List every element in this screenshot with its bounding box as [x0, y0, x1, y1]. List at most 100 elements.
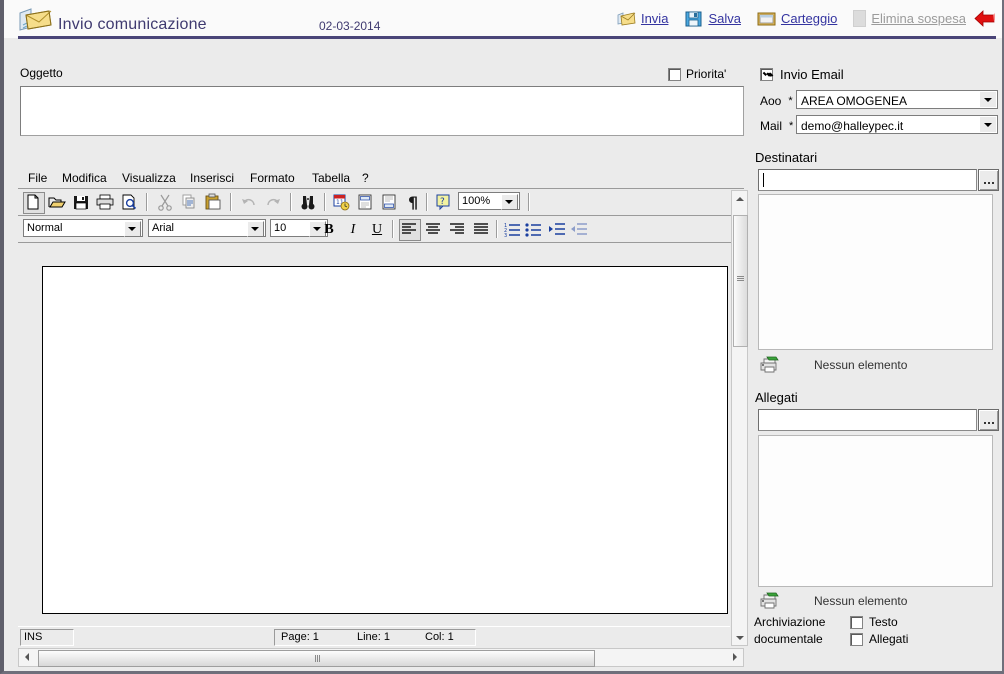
printer-green-icon	[758, 354, 782, 377]
chevron-down-icon[interactable]	[980, 117, 996, 132]
zoom-select[interactable]: 100%	[458, 192, 520, 210]
bold-button[interactable]: B	[318, 219, 340, 241]
priorita-checkbox[interactable]	[668, 67, 681, 81]
paragraph-marks-icon[interactable]: ¶	[403, 192, 425, 214]
destinatari-empty-text: Nessun elemento	[814, 358, 908, 372]
vertical-scroll-thumb[interactable]	[733, 215, 748, 347]
archivia-testo-row[interactable]: Testo	[850, 615, 898, 629]
menu-inserisci[interactable]: Inserisci	[190, 171, 234, 185]
new-document-icon[interactable]	[23, 192, 45, 214]
italic-button[interactable]: I	[342, 219, 364, 241]
mail-select[interactable]: demo@halleypec.it	[796, 115, 998, 134]
print-icon[interactable]	[95, 192, 117, 214]
printer-green-icon	[758, 590, 782, 613]
page-title: Invio comunicazione	[58, 16, 207, 33]
scroll-down-icon[interactable]	[732, 630, 747, 645]
chevron-down-icon[interactable]	[247, 221, 264, 237]
paragraph-style-value: Normal	[27, 222, 63, 234]
cut-scissors-icon[interactable]	[155, 192, 177, 214]
editor-vertical-scrollbar[interactable]	[731, 190, 748, 646]
editor-canvas	[18, 248, 728, 614]
menu-modifica[interactable]: Modifica	[62, 171, 107, 185]
insert-date-icon[interactable]: 11	[331, 192, 353, 214]
cursor-stats: Page: 1 Line: 1 Col: 1	[274, 629, 476, 646]
archivia-testo-label: Testo	[869, 615, 898, 629]
svg-text:?: ?	[440, 197, 445, 207]
elimina-sospesa-action[interactable]: Elimina sospesa	[853, 9, 966, 27]
editor-statusbar: INS Page: 1 Line: 1 Col: 1	[18, 626, 730, 646]
allegati-empty-row: Nessun elemento	[758, 590, 993, 612]
menu-file[interactable]: File	[28, 171, 47, 185]
allegati-input[interactable]	[758, 409, 977, 431]
col-indicator: Col: 1	[425, 631, 454, 643]
header-icon[interactable]	[355, 192, 377, 214]
priorita-checkbox-row[interactable]: Priorita'	[668, 67, 726, 81]
archivia-allegati-row[interactable]: Allegati	[850, 632, 908, 646]
allegati-input-row	[758, 409, 999, 431]
chevron-down-icon[interactable]	[124, 221, 141, 237]
archiviazione-label: Archiviazione documentale	[754, 614, 844, 648]
menu-help[interactable]: ?	[362, 171, 369, 185]
increase-indent-icon[interactable]	[547, 219, 569, 241]
priorita-label: Priorita'	[686, 67, 727, 81]
copy-icon[interactable]	[179, 192, 201, 214]
align-justify-icon[interactable]	[471, 219, 493, 241]
allegati-listbox[interactable]	[758, 435, 993, 587]
undo-icon[interactable]	[239, 192, 261, 214]
print-preview-icon[interactable]	[119, 192, 141, 214]
bullet-list-icon[interactable]	[523, 219, 545, 241]
invia-action[interactable]: Invia	[617, 10, 668, 27]
menu-visualizza[interactable]: Visualizza	[122, 171, 176, 185]
mail-label: Mail	[760, 119, 783, 133]
header-date: 02-03-2014	[319, 19, 381, 33]
footer-icon[interactable]	[379, 192, 401, 214]
help-icon[interactable]: ?	[434, 192, 456, 214]
scroll-up-icon[interactable]	[732, 191, 747, 206]
menu-formato[interactable]: Formato	[250, 171, 295, 185]
archivia-testo-checkbox[interactable]	[850, 615, 863, 629]
chevron-down-icon[interactable]	[980, 92, 996, 107]
aoo-select[interactable]: AREA OMOGENEA	[796, 90, 998, 109]
destinatari-empty-row: Nessun elemento	[758, 354, 993, 376]
destinatari-input[interactable]	[758, 169, 977, 191]
salva-label: Salva	[708, 10, 741, 26]
editor-horizontal-scrollbar[interactable]	[18, 648, 744, 667]
align-left-icon[interactable]	[399, 219, 421, 241]
scroll-left-icon[interactable]	[19, 649, 36, 666]
folder-window-icon	[757, 10, 776, 27]
open-folder-icon[interactable]	[47, 192, 69, 214]
paragraph-style-select[interactable]: Normal	[23, 219, 143, 237]
horizontal-scroll-thumb[interactable]	[38, 650, 595, 667]
scroll-right-icon[interactable]	[726, 649, 743, 666]
destinatari-listbox[interactable]	[758, 194, 993, 350]
invio-email-checkbox[interactable]	[760, 68, 773, 81]
chevron-down-icon[interactable]	[501, 194, 518, 210]
align-right-icon[interactable]	[447, 219, 469, 241]
font-family-select[interactable]: Arial	[148, 219, 266, 237]
archiviazione-label-line1: Archiviazione	[754, 615, 826, 629]
align-center-icon[interactable]	[423, 219, 445, 241]
underline-button[interactable]: U	[366, 219, 388, 241]
invia-label: Invia	[640, 10, 669, 26]
zoom-value: 100%	[462, 195, 491, 207]
decrease-indent-icon[interactable]	[569, 219, 591, 241]
salva-action[interactable]: Salva	[684, 10, 741, 27]
save-floppy-icon[interactable]	[71, 192, 93, 214]
red-back-arrow-icon[interactable]	[974, 9, 996, 27]
find-binoculars-icon[interactable]	[298, 192, 320, 214]
allegati-empty-text: Nessun elemento	[814, 594, 908, 608]
insert-mode-indicator: INS	[20, 629, 74, 646]
redo-icon[interactable]	[263, 192, 285, 214]
carteggio-action[interactable]: Carteggio	[757, 10, 837, 27]
destinatari-browse-button[interactable]	[978, 169, 999, 191]
oggetto-input[interactable]	[20, 86, 744, 136]
paste-clipboard-icon[interactable]	[203, 192, 225, 214]
font-family-value: Arial	[152, 222, 175, 234]
rich-text-editor: File Modifica Visualizza Inserisci Forma…	[18, 168, 744, 646]
numbered-list-icon[interactable]: 123	[502, 219, 524, 241]
document-body[interactable]	[42, 266, 728, 614]
invio-email-row[interactable]: Invio Email	[760, 67, 844, 82]
menu-tabella[interactable]: Tabella	[312, 171, 350, 185]
archivia-allegati-checkbox[interactable]	[850, 632, 863, 646]
allegati-browse-button[interactable]	[978, 409, 999, 431]
